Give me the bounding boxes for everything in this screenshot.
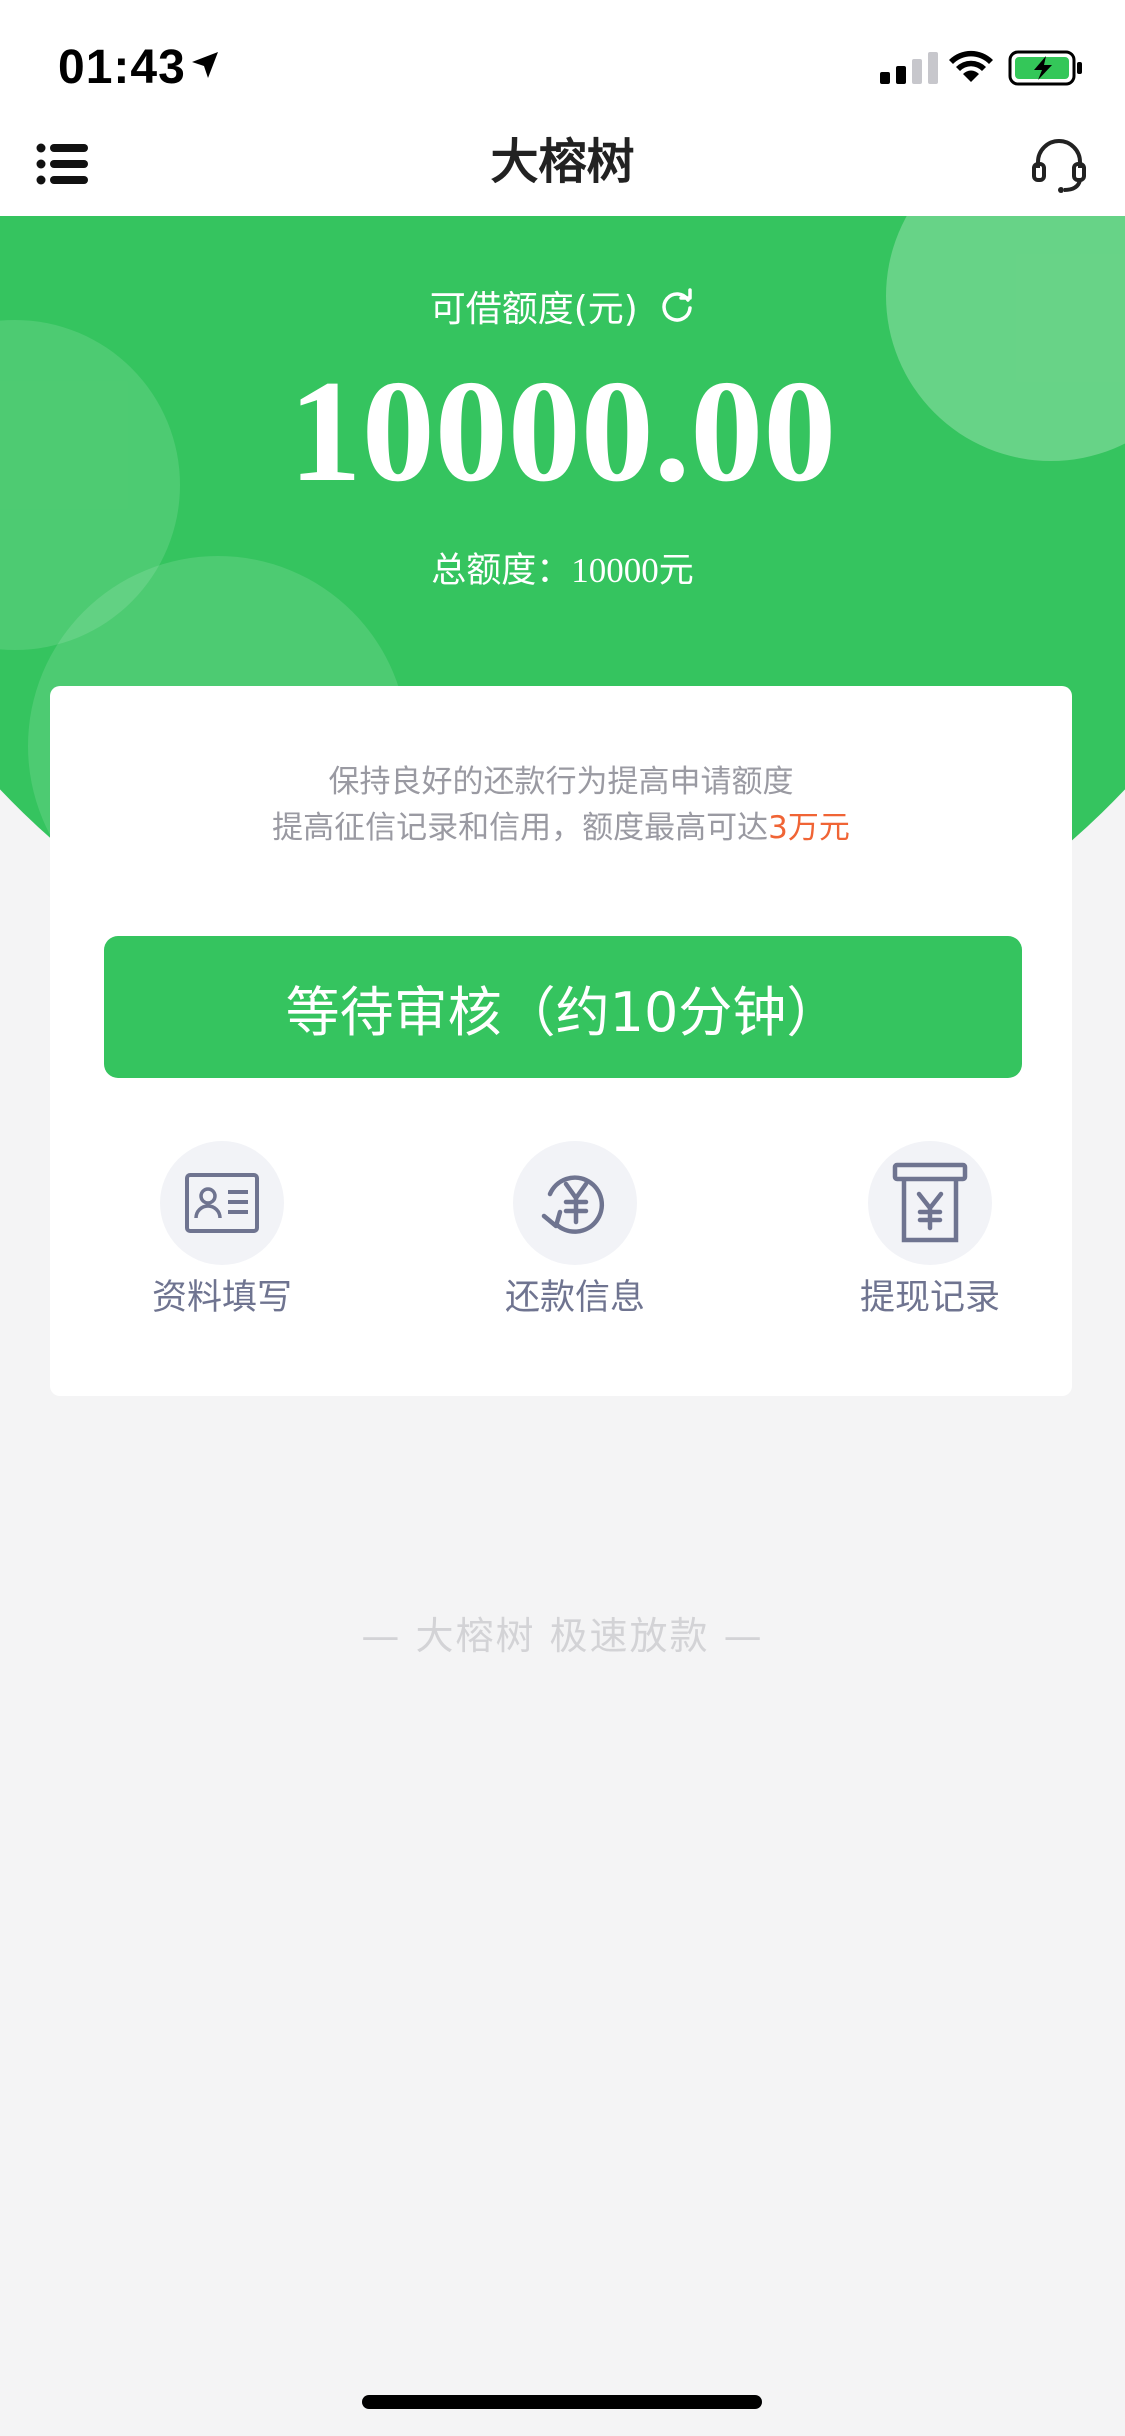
quick-action-icon-bg (868, 1141, 992, 1265)
quick-action-label: 提现记录 (859, 1278, 1000, 1318)
cellular-signal-icon (880, 50, 938, 84)
action-card: 保持良好的还款行为提高申请额度 提高征信记录和信用，额度最高可达3万元 等待审核… (50, 686, 1072, 1396)
total-credit-label: 总额度： (431, 551, 572, 591)
quick-action-repayment-info[interactable]: 还款信息 (455, 1141, 695, 1320)
quick-action-fill-info[interactable]: 资料填写 (102, 1141, 342, 1320)
total-credit-value: 10000元 (571, 551, 694, 590)
available-credit-label-text: 可借额度(元) (429, 289, 638, 330)
status-bar: 01:43 (0, 0, 1125, 110)
quick-action-icon-bg (160, 1141, 284, 1265)
available-credit-label: 可借额度(元) (0, 280, 1125, 332)
home-indicator[interactable] (362, 2395, 762, 2409)
await-review-button[interactable]: 等待审核（约10分钟） (104, 936, 1022, 1078)
battery-charging-icon (1008, 50, 1082, 86)
id-card-icon (185, 1173, 259, 1233)
status-time: 01:43 (58, 41, 186, 94)
quick-action-icon-bg (513, 1141, 637, 1265)
quick-action-label: 资料填写 (151, 1278, 292, 1318)
yuan-receipt-icon (892, 1162, 968, 1243)
refresh-icon[interactable] (659, 288, 695, 324)
available-credit-amount: 10000.00 (288, 350, 837, 512)
total-credit: 总额度：10000元 (0, 542, 1125, 593)
customer-service-headset-icon[interactable] (1030, 136, 1088, 194)
max-credit-highlight: 3万元 (768, 810, 850, 846)
yuan-cycle-icon (541, 1175, 605, 1234)
footer-slogan: — 大榕树 极速放款 — (361, 1614, 764, 1658)
tip-line-1: 保持良好的还款行为提高申请额度 (328, 764, 794, 800)
tip-line-2-text: 提高征信记录和信用，额度最高可达 (272, 810, 769, 846)
tip-line-2: 提高征信记录和信用，额度最高可达3万元 (50, 802, 1072, 847)
page-title: 大榕树 (490, 134, 635, 190)
quick-action-label: 还款信息 (504, 1278, 645, 1318)
nav-bar: 大榕树 (0, 110, 1125, 216)
location-arrow-icon (192, 52, 218, 78)
quick-action-withdrawal-records[interactable]: 提现记录 (810, 1141, 1050, 1320)
wifi-icon (949, 50, 993, 82)
